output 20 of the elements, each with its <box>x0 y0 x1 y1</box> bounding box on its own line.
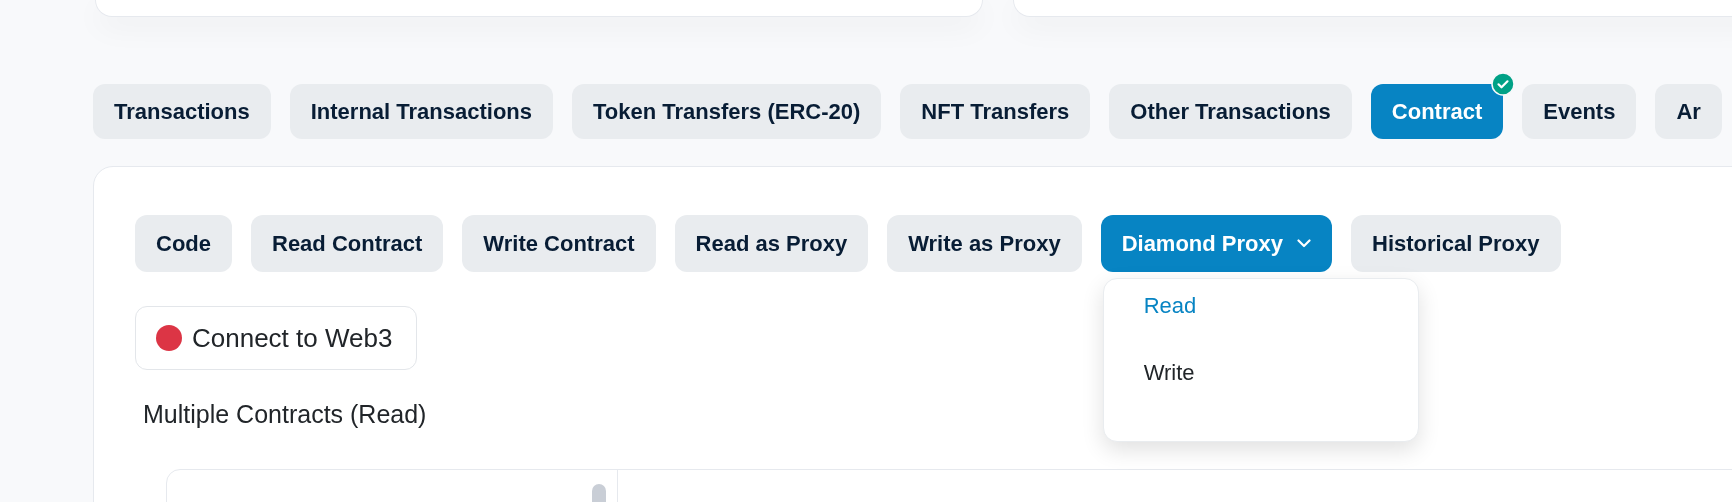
tab[interactable]: Code <box>135 215 232 272</box>
caret-icon <box>1297 239 1311 248</box>
tab[interactable]: Read as Proxy <box>674 215 869 272</box>
tab[interactable]: Transactions <box>93 84 271 139</box>
tab[interactable]: Ar <box>1655 84 1722 139</box>
tab[interactable]: Token Transfers (ERC-20) <box>572 84 882 139</box>
tab[interactable]: Write as Proxy <box>887 215 1082 272</box>
tab[interactable]: Other Transactions <box>1109 84 1352 139</box>
tab[interactable]: Contract <box>1370 84 1504 139</box>
connect-button[interactable]: Connect to Web3 <box>135 306 418 370</box>
tab[interactable]: Historical Proxy <box>1351 215 1561 272</box>
dropdown-button[interactable]: Diamond Proxy <box>1100 215 1332 272</box>
tab[interactable]: NFT Transfers <box>900 84 1091 139</box>
menu-item[interactable]: Read <box>1103 293 1418 360</box>
tab[interactable]: Internal Transactions <box>289 84 553 139</box>
tab[interactable]: Write Contract <box>462 215 656 272</box>
section-title: Multiple Contracts (Read) <box>143 400 428 429</box>
tab[interactable]: Events <box>1522 84 1637 139</box>
menu-item[interactable]: Write <box>1103 360 1418 427</box>
tab[interactable]: Read Contract <box>251 215 444 272</box>
